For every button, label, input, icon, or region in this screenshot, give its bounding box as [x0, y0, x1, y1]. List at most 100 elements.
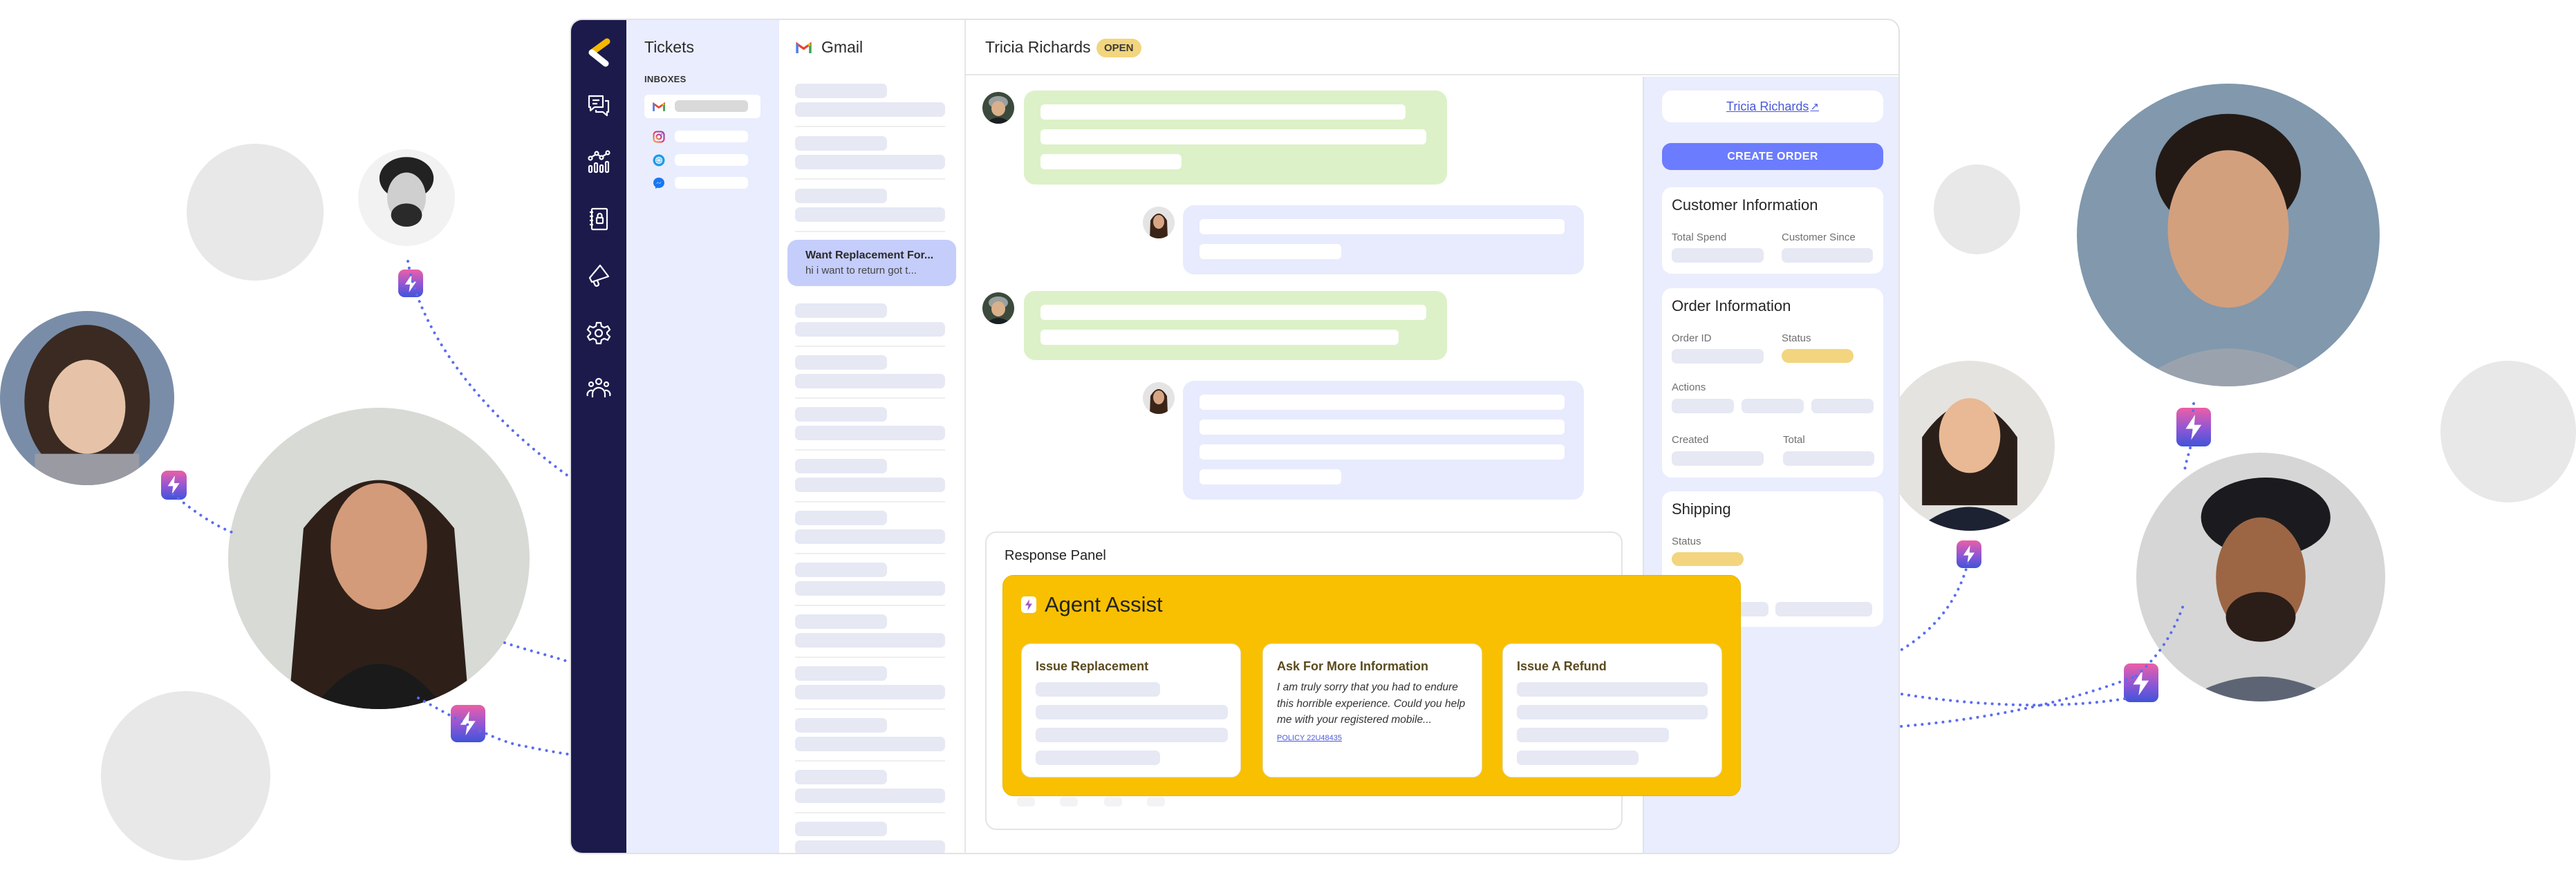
- selected-ticket[interactable]: Want Replacement For... hi i want to ret…: [787, 240, 956, 286]
- order-status-indicator: [1782, 349, 1854, 363]
- ticket-list-item[interactable]: [795, 303, 945, 347]
- lightning-icon: [2124, 663, 2158, 702]
- toolbar-placeholder: [1017, 797, 1035, 807]
- list-divider: [795, 657, 945, 658]
- inbox-gmail[interactable]: [644, 95, 760, 118]
- suggestion-line-placeholder: [1517, 682, 1708, 697]
- list-title: Gmail: [821, 38, 864, 56]
- lightning-icon: [451, 705, 485, 742]
- action-placeholder[interactable]: [1811, 399, 1874, 413]
- ticket-list-item[interactable]: [795, 84, 945, 127]
- ticket-list-item[interactable]: [795, 407, 945, 451]
- suggestion-card-issue-replacement[interactable]: Issue Replacement: [1021, 643, 1241, 777]
- ticket-line-placeholder: [795, 511, 887, 525]
- message-line-placeholder: [1200, 395, 1565, 410]
- ticket-line-placeholder: [795, 189, 887, 203]
- inbox-name-placeholder: [675, 131, 748, 142]
- inbox-instagram[interactable]: [644, 125, 760, 149]
- gear-icon[interactable]: [586, 321, 611, 346]
- decorative-circle: [101, 691, 270, 860]
- list-divider: [795, 760, 945, 762]
- agent-assist-header: Agent Assist: [1021, 592, 1163, 617]
- customer-avatar: [358, 149, 455, 246]
- message-line-placeholder: [1040, 154, 1182, 169]
- inboxes-label: INBOXES: [644, 74, 687, 84]
- suggestion-title: Issue A Refund: [1517, 659, 1607, 673]
- customer-profile-link[interactable]: Tricia Richards ↗: [1662, 91, 1883, 122]
- suggestion-card-issue-refund[interactable]: Issue A Refund: [1502, 643, 1722, 777]
- ticket-list-item[interactable]: [795, 822, 945, 853]
- ticket-line-placeholder: [795, 563, 887, 577]
- ticket-subject: Want Replacement For...: [805, 249, 934, 261]
- lightning-icon: [1957, 540, 1981, 568]
- list-divider: [795, 501, 945, 502]
- ticket-list-item[interactable]: [795, 614, 945, 658]
- chat-icon[interactable]: [586, 93, 611, 118]
- suggestion-line-placeholder: [1036, 728, 1228, 742]
- value-placeholder: [1672, 451, 1764, 466]
- toolbar-placeholder: [1060, 797, 1078, 807]
- field-label: Actions: [1672, 381, 1706, 393]
- value-placeholder: [1783, 451, 1874, 466]
- field-label: Status: [1672, 536, 1701, 547]
- inbox-web[interactable]: [644, 149, 760, 172]
- suggestion-card-ask-more-info[interactable]: Ask For More Information I am truly sorr…: [1262, 643, 1482, 777]
- field-label: Total: [1783, 434, 1805, 446]
- instagram-icon: [653, 131, 665, 143]
- inbox-name-placeholder: [675, 154, 748, 166]
- connector-line: [171, 493, 233, 534]
- ticket-list-item[interactable]: [795, 666, 945, 710]
- decorative-circle: [187, 144, 324, 281]
- ticket-line-placeholder: [795, 789, 945, 803]
- logo-icon[interactable]: [586, 37, 613, 68]
- suggestion-line-placeholder: [1517, 728, 1669, 742]
- analytics-icon[interactable]: [586, 149, 611, 174]
- suggestion-title: Ask For More Information: [1277, 659, 1429, 673]
- ticket-list-item[interactable]: [795, 770, 945, 813]
- ticket-line-placeholder: [795, 633, 945, 648]
- agent-message: [1024, 291, 1447, 360]
- customer-name: Tricia Richards: [985, 38, 1091, 56]
- ticket-line-placeholder: [795, 614, 887, 629]
- tickets-title: Tickets: [644, 38, 694, 56]
- lightning-icon: [2176, 408, 2211, 446]
- action-placeholder[interactable]: [1672, 399, 1734, 413]
- customer-message: [1183, 205, 1584, 274]
- megaphone-icon[interactable]: [586, 263, 611, 288]
- toolbar-placeholder: [1104, 797, 1122, 807]
- team-icon[interactable]: [586, 375, 611, 400]
- ticket-line-placeholder: [795, 718, 887, 733]
- lightning-icon: [398, 270, 423, 297]
- card-title: Order Information: [1672, 297, 1791, 314]
- policy-link[interactable]: POLICY 22U48435: [1277, 734, 1342, 742]
- external-link-icon: ↗: [1810, 101, 1819, 113]
- message-line-placeholder: [1200, 219, 1565, 234]
- connector-line: [2183, 446, 2192, 471]
- ticket-line-placeholder: [795, 155, 945, 169]
- lightning-icon: [161, 471, 187, 500]
- decorative-circle: [2440, 361, 2576, 502]
- agent-avatar: [982, 92, 1014, 124]
- ticket-line-placeholder: [795, 102, 945, 117]
- ticket-line-placeholder: [795, 459, 887, 473]
- status-badge[interactable]: OPEN: [1096, 39, 1141, 57]
- ticket-line-placeholder: [795, 685, 945, 699]
- ticket-list-item[interactable]: [795, 189, 945, 232]
- action-placeholder[interactable]: [1742, 399, 1804, 413]
- ticket-list-item[interactable]: [795, 355, 945, 399]
- contact-book-icon[interactable]: [586, 207, 611, 232]
- ticket-list-item[interactable]: [795, 511, 945, 554]
- suggestion-body: I am truly sorry that you had to endure …: [1277, 681, 1466, 726]
- inbox-messenger[interactable]: [644, 171, 760, 195]
- ticket-preview: hi i want to return got t...: [805, 265, 917, 276]
- nav-sidebar: [571, 20, 626, 853]
- agent-assist-panel: Agent Assist Issue Replacement Ask For M…: [1002, 575, 1741, 796]
- ticket-list-item[interactable]: [795, 136, 945, 180]
- ticket-list-item[interactable]: [795, 459, 945, 502]
- create-order-button[interactable]: CREATE ORDER: [1662, 143, 1883, 170]
- customer-avatar: [1143, 207, 1175, 238]
- customer-avatar: [2136, 453, 2385, 701]
- ticket-line-placeholder: [795, 666, 887, 681]
- ticket-list-item[interactable]: [795, 563, 945, 606]
- ticket-list-item[interactable]: [795, 718, 945, 762]
